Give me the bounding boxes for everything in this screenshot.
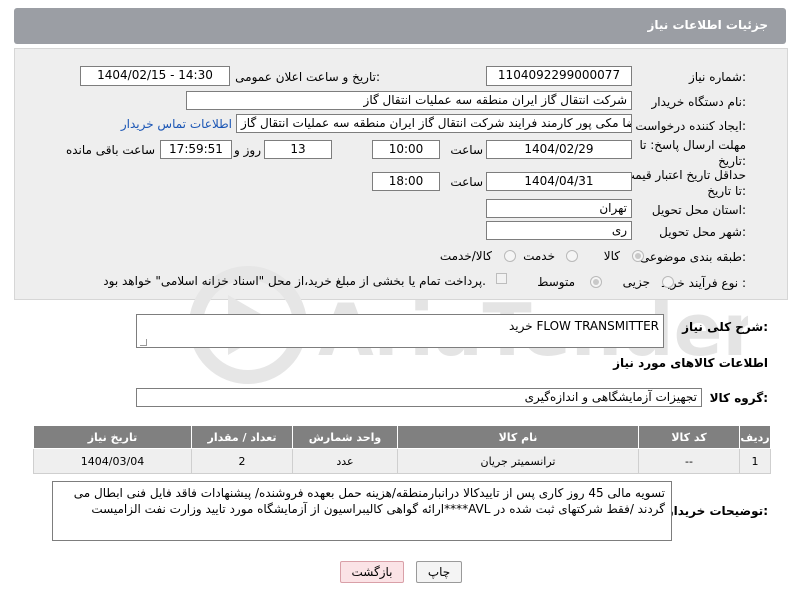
table-row: 1 -- ترانسمیتر جریان عدد 2 1404/03/04	[33, 448, 771, 474]
days-remaining-field: 13	[264, 140, 332, 159]
province-field: تهران	[486, 199, 632, 218]
deadline-time-label: ساعت	[450, 143, 483, 157]
items-table: ردیف کد کالا نام کالا واحد شمارش تعداد /…	[33, 425, 771, 474]
buyer-notes-label: توضیحات خریدار:	[666, 504, 768, 518]
creator-field: رضا مکی پور کارمند فرایند شرکت انتقال گا…	[236, 114, 632, 133]
process-medium-radio[interactable]	[590, 276, 602, 288]
process-minor-label: جزیی	[622, 275, 650, 289]
col-date-header: تاریخ نیاز	[33, 425, 192, 449]
category-goods-service-label: کالا/خدمت	[439, 249, 492, 263]
category-goods-label: کالا	[603, 249, 620, 263]
need-number-label: شماره نیاز:	[688, 70, 746, 84]
deadline-date-field: 1404/02/29	[486, 140, 632, 159]
col-code-header: کد کالا	[638, 425, 740, 449]
back-button[interactable]: بازگشت	[340, 561, 404, 583]
deadline-time-field: 10:00	[372, 140, 440, 159]
cell-date: 1404/03/04	[33, 448, 192, 474]
goods-group-label: گروه کالا:	[709, 391, 768, 405]
need-number-field: 1104092299000077	[486, 66, 632, 86]
category-goods-radio[interactable]	[632, 250, 644, 262]
price-validity-label: حداقل تاریخ اعتبار قیمت: تا تاریخ:	[619, 168, 746, 198]
col-row-header: ردیف	[739, 425, 771, 449]
buyer-org-field: شرکت انتقال گاز ایران منطقه سه عملیات ان…	[186, 91, 632, 110]
price-validity-time-label: ساعت	[450, 175, 483, 189]
category-goods-service-radio[interactable]	[504, 250, 516, 262]
summary-field: خرید FLOW TRANSMITTER	[136, 314, 664, 348]
announce-date-field: 1404/02/15 - 14:30	[80, 66, 230, 86]
buyer-contact-link[interactable]: اطلاعات تماس خریدار	[121, 117, 232, 131]
cell-unit: عدد	[292, 448, 398, 474]
city-field: ری	[486, 221, 632, 240]
items-table-header: ردیف کد کالا نام کالا واحد شمارش تعداد /…	[33, 425, 771, 449]
page-header: جزئیات اطلاعات نیاز	[14, 8, 786, 44]
cell-qty: 2	[191, 448, 293, 474]
cell-row: 1	[739, 448, 771, 474]
category-label: طبقه بندی موضوعی:	[639, 250, 746, 264]
cell-name: ترانسمیتر جریان	[397, 448, 639, 474]
buyer-org-label: نام دستگاه خریدار:	[651, 95, 747, 109]
col-qty-header: تعداد / مقدار	[191, 425, 293, 449]
price-validity-date-field: 1404/04/31	[486, 172, 632, 191]
city-label: شهر محل تحویل:	[659, 225, 746, 239]
print-button[interactable]: چاپ	[416, 561, 462, 583]
col-name-header: نام کالا	[397, 425, 639, 449]
days-label: روز و	[234, 143, 261, 157]
time-remaining-field: 17:59:51	[160, 140, 232, 159]
creator-label: ایجاد کننده درخواست:	[635, 119, 746, 133]
time-remaining-label: ساعت باقی مانده	[65, 143, 155, 157]
category-service-label: خدمت	[523, 249, 555, 263]
deadline-label: مهلت ارسال پاسخ: تا تاریخ:	[639, 138, 746, 168]
treasury-payment-checkbox[interactable]	[496, 273, 507, 284]
announce-date-label: تاریخ و ساعت اعلان عمومی:	[235, 70, 380, 84]
category-service-radio[interactable]	[566, 250, 578, 262]
process-minor-radio[interactable]	[662, 276, 674, 288]
buyer-notes-field: تسویه مالی 45 روز کاری پس از تاییدکالا د…	[52, 481, 672, 541]
province-label: استان محل تحویل:	[651, 203, 746, 217]
process-medium-label: متوسط	[537, 275, 575, 289]
summary-label: شرح کلی نیاز:	[682, 320, 768, 334]
page-title: جزئیات اطلاعات نیاز	[647, 18, 768, 32]
treasury-payment-label: پرداخت تمام یا بخشی از مبلغ خرید،از محل …	[103, 274, 486, 288]
cell-code: --	[638, 448, 740, 474]
col-unit-header: واحد شمارش	[292, 425, 398, 449]
price-validity-time-field: 18:00	[372, 172, 440, 191]
resize-handle[interactable]	[140, 339, 147, 346]
goods-info-title: اطلاعات کالاهای مورد نیاز	[613, 356, 768, 370]
goods-group-field: تجهیزات آزمایشگاهی و اندازه‌گیری	[136, 388, 702, 407]
